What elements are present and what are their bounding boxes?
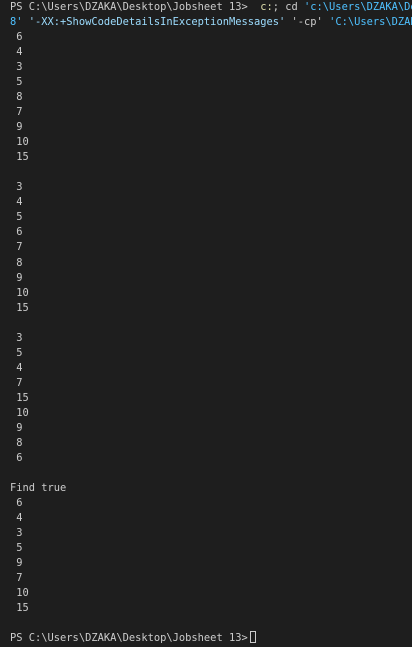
output-line: 4	[16, 46, 23, 58]
output-line: 4	[16, 196, 23, 208]
output-line: 15	[16, 302, 29, 314]
command-classpath: 'C:\Users\DZAKA\	[329, 16, 412, 28]
output-line: 3	[16, 527, 23, 539]
output-line: 7	[16, 572, 23, 584]
output-line: 8	[16, 257, 23, 269]
output-line: 10	[16, 587, 29, 599]
output-line: 5	[16, 542, 23, 554]
output-line: 7	[16, 377, 23, 389]
output-line: 10	[16, 136, 29, 148]
output-line: 3	[16, 332, 23, 344]
command-arg: '-XX:+ShowCodeDetailsInExceptionMessages…	[22, 16, 286, 28]
output-line: 6	[16, 226, 23, 238]
output-line: 8	[16, 437, 23, 449]
output-line: 7	[16, 106, 23, 118]
output-line: 5	[16, 347, 23, 359]
output-line: 3	[16, 61, 23, 73]
output-line: 9	[16, 557, 23, 569]
prompt: PS C:\Users\DZAKA\Desktop\Jobsheet 13>	[10, 632, 248, 644]
output-line: 8	[16, 91, 23, 103]
final-prompt-line[interactable]: PS C:\Users\DZAKA\Desktop\Jobsheet 13>	[10, 631, 256, 646]
command-path: 'c:\Users\DZAKA\Desk	[304, 1, 412, 13]
output-line: 5	[16, 211, 23, 223]
output-line: 6	[16, 31, 23, 43]
prompt: PS C:\Users\DZAKA\Desktop\Jobsheet 13>	[10, 1, 248, 13]
command-line-2: 8' '-XX:+ShowCodeDetailsInExceptionMessa…	[10, 15, 412, 30]
command-text: ; cd	[272, 1, 305, 13]
output-line: 15	[16, 151, 29, 163]
command-keyword: c:	[260, 1, 273, 13]
output-line: 7	[16, 241, 23, 253]
output-line: 6	[16, 497, 23, 509]
command-string: 8'	[10, 16, 23, 28]
output-line: 4	[16, 362, 23, 374]
output-line: 9	[16, 422, 23, 434]
terminal-panel[interactable]: PS C:\Users\DZAKA\Desktop\Jobsheet 13> c…	[0, 0, 412, 647]
command-flag: '-cp'	[285, 16, 330, 28]
output-line: 10	[16, 287, 29, 299]
output-line: 6	[16, 452, 23, 464]
output-line: 9	[16, 121, 23, 133]
text-cursor[interactable]	[249, 631, 256, 643]
output-line: 4	[16, 512, 23, 524]
output-line: 9	[16, 272, 23, 284]
output-line: 5	[16, 76, 23, 88]
find-result-label: Find true	[10, 482, 67, 494]
output-line: 15	[16, 602, 29, 614]
output-line: 3	[16, 181, 23, 193]
output-line: 15	[16, 392, 29, 404]
output-line: 10	[16, 407, 29, 419]
command-line-1: PS C:\Users\DZAKA\Desktop\Jobsheet 13> c…	[10, 0, 412, 15]
